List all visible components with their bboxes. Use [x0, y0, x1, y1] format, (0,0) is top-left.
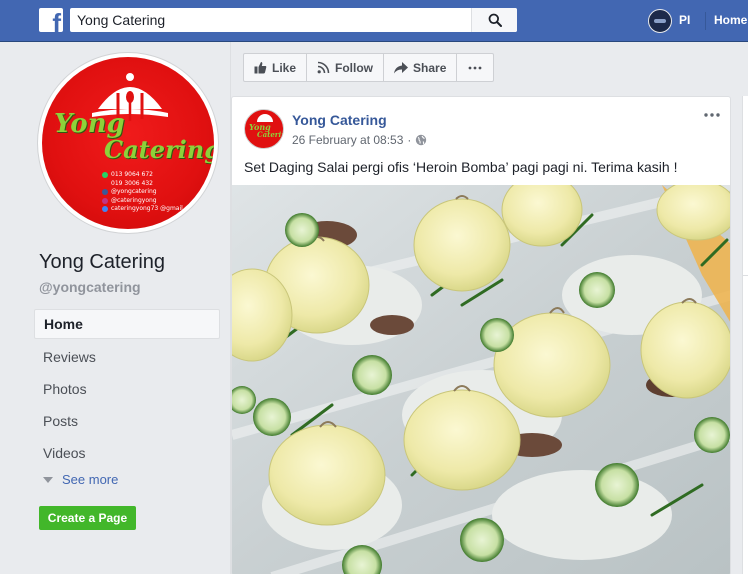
facebook-icon	[102, 189, 108, 196]
share-arrow-icon	[394, 61, 409, 73]
contact-facebook: @yongcatering	[102, 188, 198, 197]
home-link[interactable]: Home	[714, 13, 747, 27]
globe-icon[interactable]	[415, 134, 427, 146]
contact-phone-1: 013 9064 672	[102, 171, 198, 180]
contact-instagram: @cateringyong	[102, 197, 198, 206]
follow-label: Follow	[335, 60, 374, 75]
post-timestamp[interactable]: 26 February at 08:53	[292, 133, 403, 147]
post-card: Yong Catering Yong Catering 26 February …	[231, 96, 731, 574]
page-handle[interactable]: @yongcatering	[39, 279, 141, 295]
post-author-avatar[interactable]: Yong Catering	[244, 109, 284, 149]
user-name-link[interactable]: PI	[679, 13, 690, 27]
logo-contact-list: 013 9064 672 019 3006 432 @yongcatering …	[102, 171, 198, 214]
thumbs-up-icon	[254, 62, 267, 74]
right-column-card-2	[742, 275, 748, 410]
share-label: Share	[413, 60, 447, 75]
page-title[interactable]: Yong Catering	[39, 251, 165, 274]
post-author-name[interactable]: Yong Catering	[292, 112, 387, 128]
page-profile-picture[interactable]: Yong Catering 013 9064 672 019 3006 432 …	[38, 53, 218, 233]
page-sidebar-nav: Home Reviews Photos Posts Videos	[34, 309, 220, 469]
post-meta: 26 February at 08:53 ·	[292, 133, 427, 147]
see-more-label: See more	[62, 472, 119, 487]
search-box	[70, 8, 517, 32]
contact-phone-2: 019 3006 432	[102, 180, 198, 189]
top-navbar: f PI Home	[0, 0, 748, 42]
facebook-logo-icon[interactable]: f	[39, 8, 63, 32]
email-icon	[102, 206, 108, 213]
more-options-button[interactable]	[457, 54, 493, 81]
search-icon	[488, 13, 502, 27]
instagram-icon	[102, 197, 108, 204]
yong-catering-logo: Yong Catering 013 9064 672 019 3006 432 …	[42, 57, 214, 229]
post-message: Set Daging Salai pergi ofis ‘Heroin Bomb…	[244, 159, 678, 175]
post-options-button[interactable]	[702, 107, 722, 123]
like-button[interactable]: Like	[244, 54, 308, 81]
phone-spacer	[102, 181, 108, 187]
user-avatar[interactable]	[648, 9, 672, 33]
sidebar-item-reviews[interactable]: Reviews	[34, 341, 220, 373]
more-dots-icon	[468, 66, 482, 69]
search-input[interactable]	[70, 8, 472, 32]
share-button[interactable]: Share	[384, 54, 458, 81]
sidebar-item-videos[interactable]: Videos	[34, 437, 220, 469]
food-packs-photo	[232, 185, 730, 574]
nav-divider	[705, 12, 706, 30]
like-label: Like	[272, 60, 297, 75]
dot-separator: ·	[407, 133, 412, 147]
caret-down-icon	[43, 476, 53, 483]
sidebar-item-posts[interactable]: Posts	[34, 405, 220, 437]
rss-follow-icon	[317, 61, 330, 74]
see-more-link[interactable]: See more	[43, 472, 118, 487]
logo-word-catering: Catering	[104, 135, 214, 164]
more-dots-icon	[704, 113, 720, 117]
whatsapp-icon	[102, 172, 108, 179]
follow-button[interactable]: Follow	[307, 54, 385, 81]
contact-email: cateringyong73 @gmail.com	[102, 205, 198, 214]
post-photo[interactable]	[232, 185, 730, 574]
sidebar-item-home[interactable]: Home	[34, 309, 220, 339]
create-page-button[interactable]: Create a Page	[39, 506, 136, 530]
mini-cloche-icon	[257, 114, 273, 122]
page-action-bar: Like Follow Share	[243, 53, 495, 82]
search-button[interactable]	[471, 8, 517, 32]
sidebar-item-photos[interactable]: Photos	[34, 373, 220, 405]
mini-logo-word-2: Catering	[257, 130, 283, 139]
